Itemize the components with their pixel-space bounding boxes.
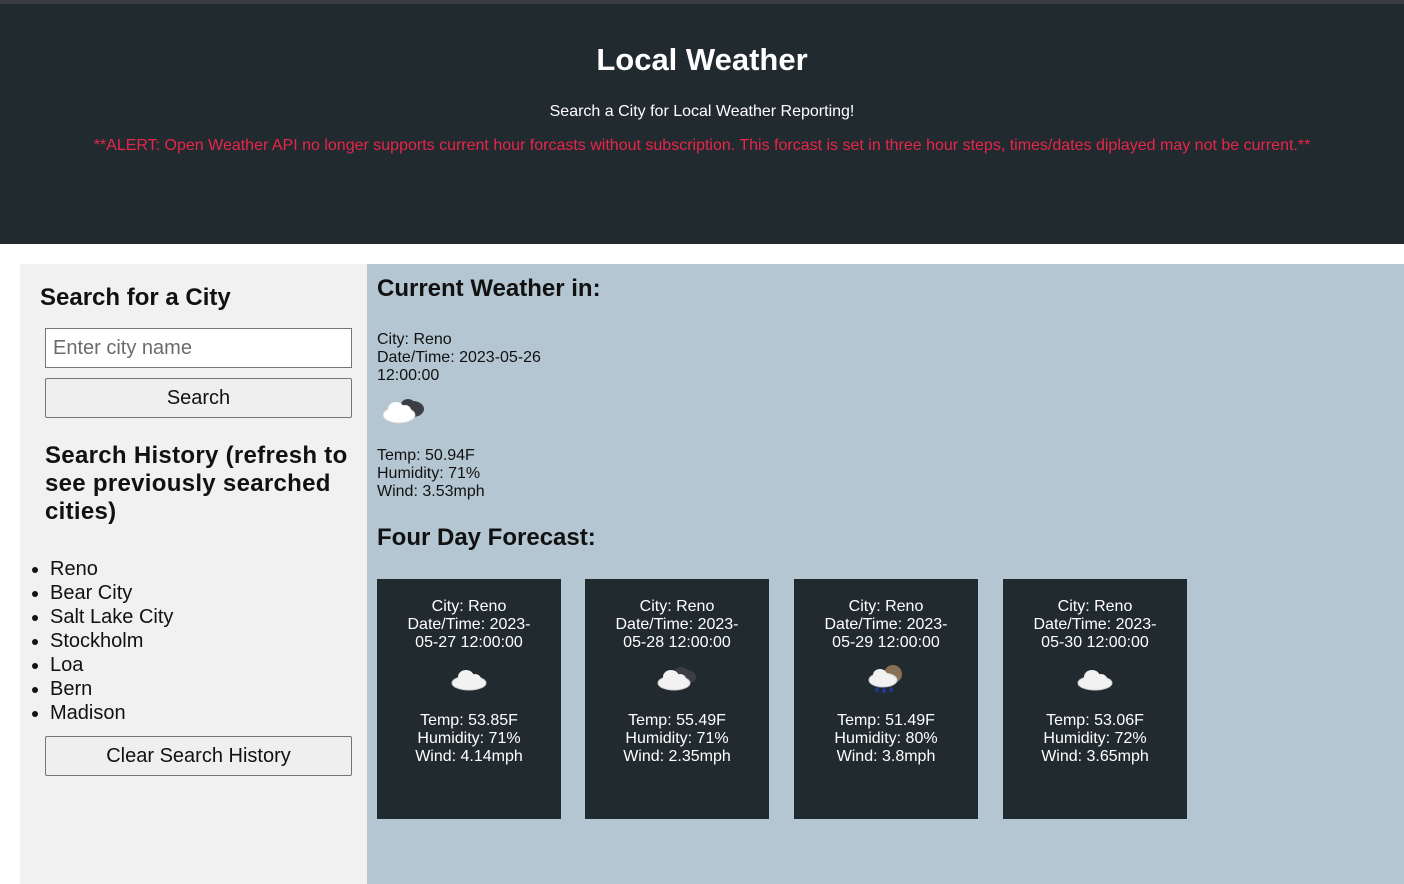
- api-alert: **ALERT: Open Weather API no longer supp…: [93, 137, 1311, 154]
- search-history-list: Reno Bear City Salt Lake City Stockholm …: [50, 557, 173, 725]
- weather-main: Current Weather in: City: Reno Date/Time…: [367, 264, 1404, 884]
- forecast-temp: Temp: 55.49F: [628, 712, 726, 729]
- forecast-datetime: Date/Time: 2023-05-29 12:00:00: [824, 616, 948, 651]
- forecast-datetime: Date/Time: 2023-05-30 12:00:00: [1033, 616, 1157, 651]
- history-item[interactable]: Stockholm: [50, 629, 173, 653]
- forecast-datetime: Date/Time: 2023-05-28 12:00:00: [615, 616, 739, 651]
- forecast-datetime: Date/Time: 2023-05-27 12:00:00: [407, 616, 531, 651]
- partly-cloudy-icon: [657, 667, 696, 691]
- cloud-icon: [451, 670, 487, 691]
- forecast-city: City: Reno: [431, 598, 507, 615]
- page-subtitle: Search a City for Local Weather Reportin…: [549, 103, 855, 120]
- forecast-wind: Wind: 3.65mph: [1041, 748, 1149, 765]
- search-history-title: Search History (refresh to see previousl…: [45, 442, 348, 525]
- history-item[interactable]: Reno: [50, 557, 173, 581]
- forecast-card: City: Reno Date/Time: 2023-05-29 12:00:0…: [794, 579, 978, 819]
- forecast-humidity: Humidity: 80%: [834, 730, 938, 747]
- current-humidity: Humidity: 71%: [377, 465, 481, 482]
- forecast-temp: Temp: 53.06F: [1046, 712, 1144, 729]
- page-title: Local Weather: [596, 42, 808, 77]
- forecast-wind: Wind: 2.35mph: [623, 748, 731, 765]
- page-header: Local Weather Search a City for Local We…: [0, 4, 1404, 244]
- current-weather: City: Reno Date/Time: 2023-05-26 12:00:0…: [377, 331, 557, 501]
- search-button[interactable]: Search: [45, 378, 352, 418]
- forecast-card: City: Reno Date/Time: 2023-05-30 12:00:0…: [1003, 579, 1187, 819]
- forecast-card: City: Reno Date/Time: 2023-05-28 12:00:0…: [585, 579, 769, 819]
- search-title: Search for a City: [40, 284, 231, 311]
- history-item[interactable]: Bern: [50, 677, 173, 701]
- cloud-icon: [1077, 670, 1113, 691]
- forecast-city: City: Reno: [639, 598, 715, 615]
- forecast-card: City: Reno Date/Time: 2023-05-27 12:00:0…: [377, 579, 561, 819]
- forecast-wind: Wind: 4.14mph: [415, 748, 523, 765]
- forecast-heading: Four Day Forecast:: [377, 524, 596, 551]
- forecast-wind: Wind: 3.8mph: [836, 748, 936, 765]
- forecast-city: City: Reno: [1057, 598, 1133, 615]
- search-sidebar: Search for a City Search Search History …: [20, 264, 367, 884]
- current-datetime: Date/Time: 2023-05-26 12:00:00: [377, 349, 541, 384]
- forecast-humidity: Humidity: 71%: [417, 730, 521, 747]
- history-item[interactable]: Salt Lake City: [50, 605, 173, 629]
- current-wind: Wind: 3.53mph: [377, 483, 485, 500]
- city-search-input[interactable]: [45, 328, 352, 368]
- forecast-temp: Temp: 53.85F: [420, 712, 518, 729]
- forecast-humidity: Humidity: 71%: [625, 730, 729, 747]
- current-temp: Temp: 50.94F: [377, 447, 475, 464]
- forecast-temp: Temp: 51.49F: [837, 712, 935, 729]
- forecast-humidity: Humidity: 72%: [1043, 730, 1147, 747]
- forecast-city: City: Reno: [848, 598, 924, 615]
- current-weather-heading: Current Weather in:: [377, 275, 601, 302]
- rain-sun-icon: [868, 665, 902, 693]
- current-city: City: Reno: [377, 331, 452, 348]
- partly-cloudy-icon: [382, 399, 424, 424]
- history-item[interactable]: Bear City: [50, 581, 173, 605]
- history-item[interactable]: Loa: [50, 653, 173, 677]
- history-item[interactable]: Madison: [50, 701, 173, 725]
- clear-history-button[interactable]: Clear Search History: [45, 736, 352, 776]
